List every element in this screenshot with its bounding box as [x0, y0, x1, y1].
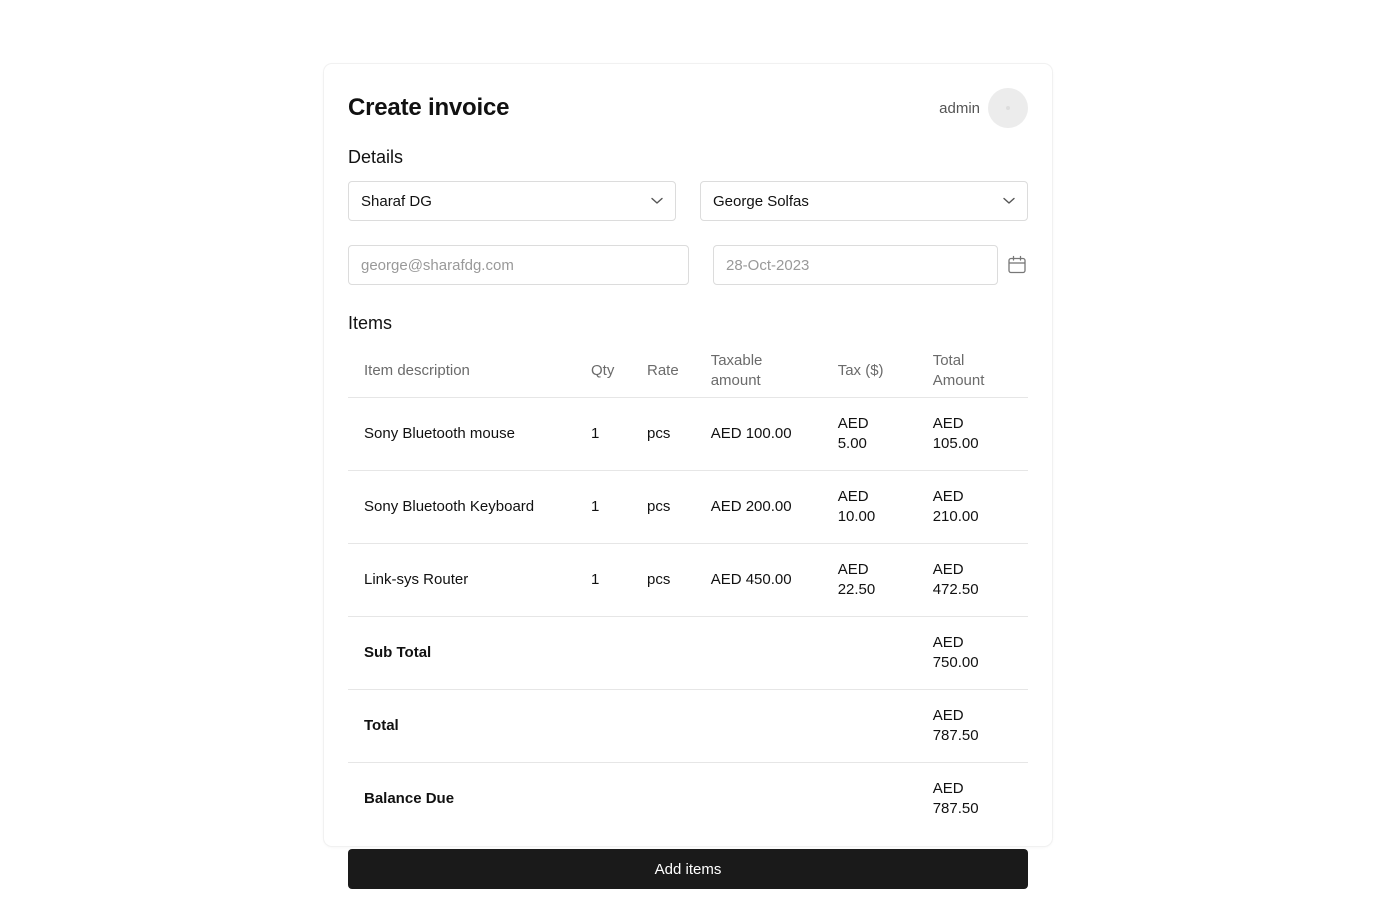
- item-tax: AED 10.00: [821, 470, 917, 544]
- summary-label: Sub Total: [348, 616, 575, 690]
- column-header-tax: Tax ($): [821, 345, 917, 398]
- table-row[interactable]: Link-sys Router 1 pcs AED 450.00 AED 22.…: [348, 543, 1028, 617]
- user-name: admin: [939, 99, 980, 117]
- details-row-2: george@sharafdg.com 28-Oct-2023: [348, 245, 1028, 285]
- summary-value: AED 750.00: [916, 616, 1028, 690]
- date-group: 28-Oct-2023: [713, 245, 1028, 285]
- item-total: AED 472.50: [916, 543, 1028, 617]
- chevron-down-icon: [651, 197, 663, 204]
- contact-select[interactable]: George Solfas: [700, 181, 1028, 221]
- chevron-down-icon: [1003, 197, 1015, 204]
- user-menu[interactable]: admin: [939, 88, 1028, 128]
- item-qty: 1: [575, 470, 631, 544]
- table-row[interactable]: Sony Bluetooth Keyboard 1 pcs AED 200.00…: [348, 470, 1028, 544]
- item-rate: pcs: [631, 543, 695, 617]
- avatar[interactable]: [988, 88, 1028, 128]
- summary-value: AED 787.50: [916, 689, 1028, 763]
- summary-row-balance-due: Balance Due AED 787.50: [348, 763, 1028, 836]
- table-header-row: Item description Qty Rate Taxable amount…: [348, 345, 1028, 398]
- details-section-title: Details: [348, 147, 404, 167]
- column-header-taxable: Taxable amount: [694, 345, 822, 398]
- item-tax: AED 5.00: [821, 397, 917, 471]
- item-taxable: AED 450.00: [694, 543, 822, 617]
- items-section-title: Items: [348, 313, 393, 333]
- column-header-rate: Rate: [631, 345, 695, 398]
- company-select[interactable]: Sharaf DG: [348, 181, 676, 221]
- contact-select-value: George Solfas: [713, 192, 809, 210]
- column-header-qty: Qty: [575, 345, 631, 398]
- card-header: Create invoice admin: [348, 88, 1028, 128]
- details-row-1: Sharaf DG George Solfas: [348, 181, 1028, 221]
- item-tax: AED 22.50: [821, 543, 917, 617]
- table-row[interactable]: Sony Bluetooth mouse 1 pcs AED 100.00 AE…: [348, 397, 1028, 471]
- item-description: Sony Bluetooth Keyboard: [348, 470, 575, 544]
- column-header-total: Total Amount: [916, 345, 1028, 398]
- date-field-placeholder: 28-Oct-2023: [726, 256, 810, 274]
- add-items-button[interactable]: Add items: [348, 849, 1028, 889]
- summary-row-total: Total AED 787.50: [348, 689, 1028, 763]
- company-select-value: Sharaf DG: [361, 192, 432, 210]
- item-qty: 1: [575, 397, 631, 471]
- items-table: Item description Qty Rate Taxable amount…: [348, 345, 1028, 835]
- email-field[interactable]: george@sharafdg.com: [348, 245, 689, 285]
- summary-value: AED 787.50: [932, 780, 979, 817]
- column-header-description: Item description: [348, 345, 575, 398]
- summary-row-subtotal: Sub Total AED 750.00: [348, 616, 1028, 690]
- item-rate: pcs: [631, 470, 695, 544]
- page-title: Create invoice: [348, 94, 510, 121]
- item-total: AED 210.00: [916, 470, 1028, 544]
- avatar-placeholder-icon: [1006, 106, 1010, 110]
- summary-label: Total: [348, 689, 575, 763]
- item-total: AED 105.00: [916, 397, 1028, 471]
- item-taxable: AED 200.00: [694, 470, 822, 544]
- email-field-placeholder: george@sharafdg.com: [361, 256, 514, 274]
- item-description: Sony Bluetooth mouse: [348, 397, 575, 471]
- summary-label: Balance Due: [364, 790, 455, 807]
- item-taxable: AED 100.00: [694, 397, 822, 471]
- date-field[interactable]: 28-Oct-2023: [713, 245, 998, 285]
- calendar-icon[interactable]: [1006, 254, 1028, 276]
- item-rate: pcs: [631, 397, 695, 471]
- item-description: Link-sys Router: [348, 543, 575, 617]
- item-qty: 1: [575, 543, 631, 617]
- invoice-card: Create invoice admin Details Sharaf DG G…: [324, 64, 1052, 889]
